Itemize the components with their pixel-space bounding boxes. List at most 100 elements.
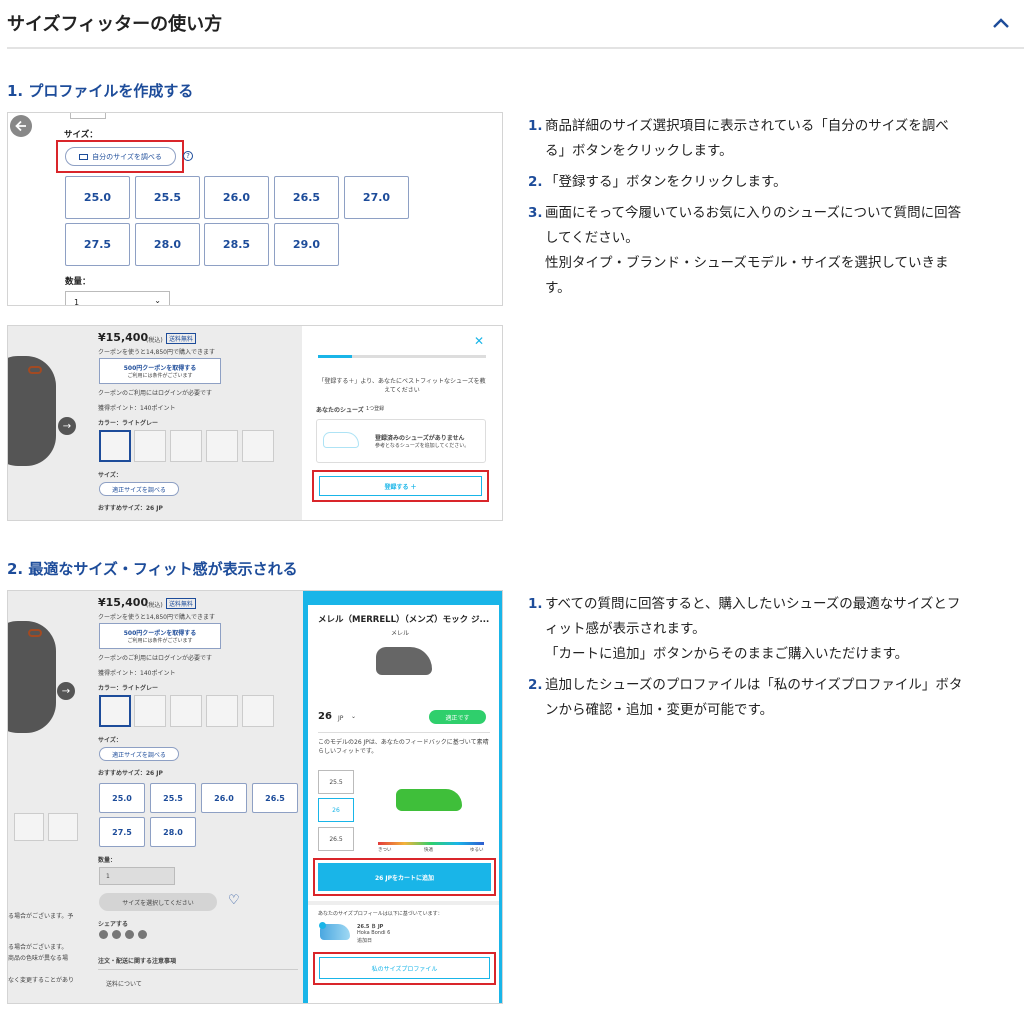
next-arrow-icon[interactable]: →	[58, 417, 76, 435]
coupon-note: クーポンを使うと14,850円で購入できます	[98, 349, 215, 356]
close-icon[interactable]: ✕	[474, 334, 484, 348]
free-shipping-badge: 送料無料	[166, 333, 197, 344]
register-button[interactable]: 登録する ＋	[319, 476, 482, 496]
section-2-title: 2. 最適なサイズ・フィット感が表示される	[7, 560, 298, 578]
cut-text: 商品の色味が異なる場	[8, 955, 69, 962]
check-icon	[319, 922, 326, 929]
progress-track	[318, 355, 486, 358]
size-option[interactable]: 29.0	[274, 223, 339, 266]
quantity-label: 数量：	[65, 277, 91, 287]
quantity-select[interactable]: 1 ⌄	[65, 291, 170, 305]
quantity-label: 数量：	[98, 857, 117, 864]
thumbnail[interactable]	[48, 813, 78, 841]
step-line: 性別タイプ・ブランド・シューズモデル・サイズを選択していきま	[545, 255, 949, 271]
add-to-cart-button[interactable]: 26 JPをカートに追加	[318, 863, 491, 891]
next-arrow-icon[interactable]: →	[57, 682, 75, 700]
shoe-outline-icon	[323, 432, 359, 448]
color-swatch[interactable]	[206, 695, 238, 727]
chevron-down-icon: ⌄	[154, 296, 161, 305]
chevron-up-icon[interactable]	[988, 12, 1014, 34]
size-option[interactable]: 26.0	[204, 176, 269, 219]
section-1-steps: 1. 商品詳細のサイズ選択項目に表示されている「自分のサイズを調べ る」ボタンをクリ…	[528, 114, 1024, 301]
color-swatch[interactable]	[99, 430, 131, 462]
coupon-button-sub: ご利用には条件がございます	[127, 638, 193, 644]
find-my-size-button[interactable]: 自分のサイズを調べる	[65, 147, 176, 166]
color-swatch[interactable]	[242, 430, 274, 462]
cut-text: る場合がございます。予	[8, 913, 74, 920]
share-x-icon[interactable]	[99, 930, 108, 939]
size-option[interactable]: 26.5	[274, 176, 339, 219]
select-size-button[interactable]: サイズを選択してください	[99, 893, 217, 911]
color-swatch[interactable]	[134, 430, 166, 462]
step-line: 画面にそって今履いているお気に入りのシューズについて質問に回答	[545, 205, 962, 221]
color-swatch[interactable]	[170, 695, 202, 727]
price: ¥15,400	[98, 331, 149, 344]
thumbnail[interactable]	[14, 813, 44, 841]
step-line: 商品詳細のサイズ選択項目に表示されている「自分のサイズを調べ	[545, 118, 949, 134]
share-link-icon[interactable]	[138, 930, 147, 939]
login-note: クーポンのご利用にはログインが必要です	[98, 655, 213, 662]
size-option[interactable]: 26.0	[201, 783, 247, 813]
share-line-icon[interactable]	[125, 930, 134, 939]
step-number: 2.	[528, 677, 543, 693]
help-icon[interactable]: ?	[183, 151, 193, 161]
color-swatch[interactable]	[99, 695, 131, 727]
share-facebook-icon[interactable]	[112, 930, 121, 939]
step-line: 「カートに追加」ボタンからそのままご購入いただけます。	[545, 646, 909, 662]
color-swatch[interactable]	[134, 695, 166, 727]
no-shoes-sub: 参考となるシューズを追加してください。	[375, 443, 470, 449]
step-line: 追加したシューズのプロファイルは「私のサイズプロファイル」ボタ	[545, 677, 963, 693]
profile-date: 追加日	[357, 938, 373, 944]
header-divider	[7, 47, 1024, 49]
my-size-profile-button[interactable]: 私のサイズプロファイル	[319, 957, 490, 979]
fit-size-option[interactable]: 26.5	[318, 827, 354, 851]
size-option[interactable]: 25.0	[65, 176, 130, 219]
size-option[interactable]: 27.5	[99, 817, 145, 847]
section-1-title: 1. プロファイルを作成する	[7, 82, 194, 100]
screenshot-register-panel: → ¥15,400 (税込) 送料無料 クーポンを使うと14,850円で購入でき…	[7, 325, 503, 521]
shoe-card: 登録済みのシューズがありません 参考となるシューズを追加してください。	[316, 419, 486, 463]
fit-size-option[interactable]: 26	[318, 798, 354, 822]
size-option[interactable]: 28.0	[135, 223, 200, 266]
color-swatch[interactable]	[170, 430, 202, 462]
size-option[interactable]: 28.5	[204, 223, 269, 266]
chevron-down-icon[interactable]: ⌄	[351, 713, 356, 720]
fit-size-option[interactable]: 25.5	[318, 770, 354, 794]
scale-loose: ゆるい	[470, 848, 484, 853]
step-item: 2. 追加したシューズのプロファイルは「私のサイズプロファイル」ボタ ンから確認・追…	[528, 673, 1024, 723]
size-option[interactable]: 27.0	[344, 176, 409, 219]
shoe-pull-tab	[28, 366, 42, 374]
find-size-button[interactable]: 適正サイズを調べる	[99, 747, 179, 761]
screenshot-fit-result: → ¥15,400 (税込) 送料無料 クーポンを使うと14,850円で購入でき…	[7, 590, 503, 1004]
size-option[interactable]: 28.0	[150, 817, 196, 847]
quantity-select[interactable]: 1	[99, 867, 175, 885]
shoe-image	[8, 621, 56, 733]
size-option[interactable]: 25.5	[150, 783, 196, 813]
size-option[interactable]: 27.5	[65, 223, 130, 266]
size-option[interactable]: 26.5	[252, 783, 298, 813]
size-option[interactable]: 25.5	[135, 176, 200, 219]
product-title: メレル（MERRELL）（メンズ）モック ジ...	[318, 615, 490, 625]
divider	[308, 901, 499, 905]
recommended-size: おすすめサイズ：26 JP	[98, 505, 163, 512]
find-size-button[interactable]: 適正サイズを調べる	[99, 482, 179, 496]
back-arrow-icon[interactable]	[10, 115, 32, 137]
color-swatch[interactable]	[206, 430, 238, 462]
step-number: 1.	[528, 596, 543, 612]
share-icons	[99, 930, 147, 939]
recommended-size: おすすめサイズ：26 JP	[98, 770, 163, 777]
shipping-link[interactable]: 送料について	[106, 979, 142, 988]
size-option[interactable]: 25.0	[99, 783, 145, 813]
step-item: 1. 商品詳細のサイズ選択項目に表示されている「自分のサイズを調べ る」ボタンをクリ…	[528, 114, 1024, 164]
shoe-pull-tab	[28, 629, 42, 637]
step-line: してください。	[545, 230, 639, 246]
screenshot-size-select: サイズ： 自分のサイズを調べる ? 25.0 25.5 26.0 26.5 27…	[7, 112, 503, 306]
find-my-size-label: 自分のサイズを調べる	[92, 152, 162, 161]
size-unit: JP	[338, 715, 344, 722]
heart-icon[interactable]: ♡	[228, 893, 240, 908]
coupon-button[interactable]: 500円クーポンを取得する ご利用には条件がございます	[99, 623, 221, 649]
share-label: シェアする	[98, 921, 129, 928]
coupon-button[interactable]: 500円クーポンを取得する ご利用には条件がございます	[99, 358, 221, 384]
cut-text: る場合がございます。	[8, 944, 68, 951]
color-swatch[interactable]	[242, 695, 274, 727]
